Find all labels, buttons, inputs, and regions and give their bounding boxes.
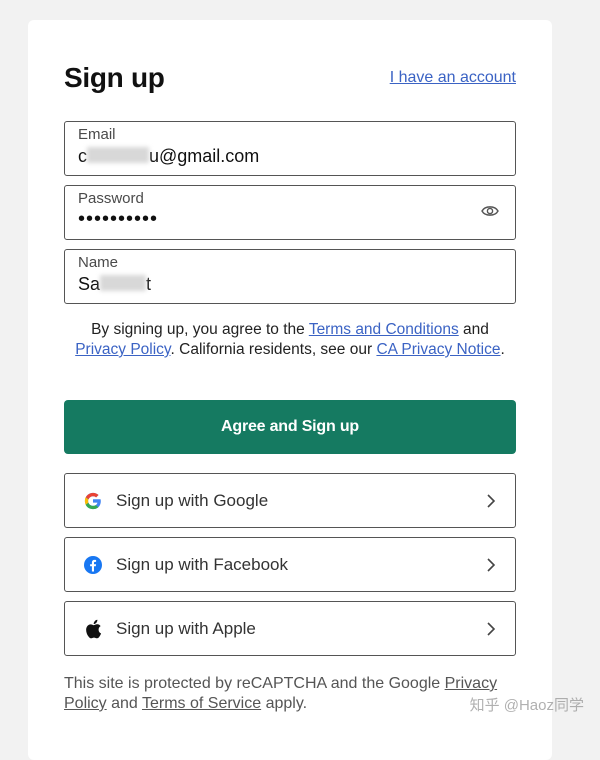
google-signup-label: Sign up with Google	[116, 490, 269, 510]
consent-text-part: . California residents, see our	[170, 341, 377, 358]
chevron-right-icon	[487, 621, 496, 636]
password-label: Password	[78, 190, 144, 207]
email-label: Email	[78, 126, 116, 143]
eye-icon[interactable]	[481, 204, 499, 218]
privacy-policy-link[interactable]: Privacy Policy	[75, 341, 170, 358]
consent-text: By signing up, you agree to the Terms an…	[64, 320, 516, 360]
recaptcha-text-part: apply.	[261, 695, 308, 712]
email-value-prefix: c	[78, 146, 87, 166]
apple-signup-label: Sign up with Apple	[116, 618, 256, 638]
google-icon	[82, 490, 104, 512]
facebook-signup-label: Sign up with Facebook	[116, 554, 288, 574]
apple-signup-button[interactable]: Sign up with Apple	[64, 601, 516, 656]
google-signup-button[interactable]: Sign up with Google	[64, 473, 516, 528]
name-field[interactable]: Name Sa t	[64, 249, 516, 304]
consent-text-part: .	[500, 341, 505, 358]
terms-link[interactable]: Terms and Conditions	[309, 321, 459, 338]
redaction-blur	[100, 275, 147, 292]
password-value[interactable]: ••••••••••	[78, 208, 158, 231]
facebook-icon	[82, 554, 104, 576]
chevron-right-icon	[487, 493, 496, 508]
email-field[interactable]: Email c u@gmail.com	[64, 121, 516, 176]
email-value-suffix: u@gmail.com	[149, 146, 260, 166]
facebook-signup-button[interactable]: Sign up with Facebook	[64, 537, 516, 592]
have-account-link[interactable]: I have an account	[390, 69, 516, 87]
ca-privacy-notice-link[interactable]: CA Privacy Notice	[376, 341, 500, 358]
agree-and-sign-up-button[interactable]: Agree and Sign up	[64, 400, 516, 454]
email-value[interactable]: c u@gmail.com	[78, 146, 259, 167]
name-label: Name	[78, 254, 119, 271]
name-value[interactable]: Sa t	[78, 274, 151, 295]
recaptcha-text-part: and	[106, 695, 142, 712]
apple-icon	[82, 618, 104, 640]
password-field[interactable]: Password ••••••••••	[64, 185, 516, 240]
recaptcha-text-part: This site is protected by reCAPTCHA and …	[64, 675, 445, 692]
consent-text-part: By signing up, you agree to the	[91, 321, 309, 338]
chevron-right-icon	[487, 557, 496, 572]
redaction-blur	[87, 147, 149, 164]
terms-of-service-link[interactable]: Terms of Service	[142, 695, 261, 712]
header: Sign up I have an account	[64, 58, 516, 98]
recaptcha-notice: This site is protected by reCAPTCHA and …	[64, 674, 516, 714]
page-title: Sign up	[64, 62, 165, 93]
watermark: 知乎 @Haoz同学	[469, 697, 584, 714]
name-value-suffix: t	[146, 274, 152, 294]
signup-card: Sign up I have an account Email c u@gmail…	[28, 20, 552, 760]
name-value-prefix: Sa	[78, 274, 101, 294]
consent-text-part: and	[458, 321, 489, 338]
